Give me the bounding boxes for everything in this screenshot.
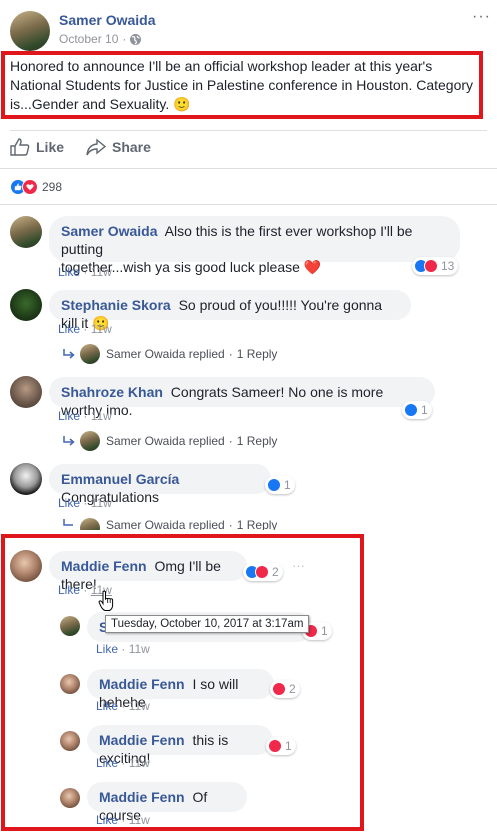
reply-arrow-icon bbox=[62, 435, 76, 447]
comment-meta: Like · 11w bbox=[58, 322, 112, 336]
view-replies-link[interactable]: Samer Owaida replied · 1 Reply bbox=[62, 431, 277, 451]
post-date[interactable]: October 10 bbox=[59, 32, 118, 46]
thumbs-up-icon bbox=[10, 138, 30, 156]
like-button-label: Like bbox=[36, 139, 65, 155]
comment-reaction-count: 1 bbox=[284, 478, 291, 492]
share-arrow-icon bbox=[86, 138, 107, 156]
comment-author[interactable]: Samer Owaida bbox=[61, 223, 158, 239]
post-options-icon[interactable]: ··· bbox=[472, 8, 491, 26]
heart-emoji: ❤️ bbox=[303, 259, 322, 275]
comment-time[interactable]: 11w bbox=[91, 409, 112, 423]
comment-bubble: Shahroze Khan Congrats Sameer! No one is… bbox=[49, 377, 435, 418]
comment-meta: Like · 11w bbox=[58, 496, 112, 510]
commenter-avatar[interactable] bbox=[10, 289, 42, 321]
comment-time[interactable]: 11w bbox=[91, 322, 112, 336]
reply-author-text: Samer Owaida replied bbox=[106, 518, 225, 530]
comment-author[interactable]: Emmanuel García bbox=[61, 471, 179, 487]
reply-count: 1 Reply bbox=[236, 347, 278, 361]
reply-author-text: Samer Owaida replied bbox=[106, 347, 225, 361]
like-reaction-icon bbox=[267, 478, 281, 492]
reply-count: 1 Reply bbox=[236, 434, 278, 448]
globe-icon bbox=[130, 33, 142, 45]
comment-like-link[interactable]: Like bbox=[58, 322, 80, 336]
love-reaction-icon bbox=[22, 179, 38, 195]
reactions-summary[interactable]: 298 bbox=[10, 179, 62, 195]
post-author-name[interactable]: Samer Owaida bbox=[59, 12, 156, 28]
reactions-divider bbox=[0, 204, 497, 205]
reply-author-avatar bbox=[80, 431, 100, 451]
comment-reactions[interactable]: 1 bbox=[402, 401, 432, 419]
comment-like-link[interactable]: Like bbox=[58, 496, 80, 510]
reply-author-avatar bbox=[80, 344, 100, 364]
thread-highlight-box bbox=[1, 534, 364, 831]
meta-dot: · bbox=[228, 434, 233, 448]
post-timestamp-row: October 10 · bbox=[59, 32, 142, 46]
actions-divider bbox=[0, 168, 497, 169]
comment-bubble: Samer Owaida Also this is the first ever… bbox=[49, 216, 460, 275]
comment-reactions[interactable]: 13 bbox=[412, 257, 459, 275]
meta-dot: · bbox=[228, 518, 233, 530]
reactions-count: 298 bbox=[42, 180, 63, 194]
meta-dot: · bbox=[83, 322, 88, 336]
share-button-label: Share bbox=[112, 139, 151, 155]
post-highlight-box bbox=[1, 51, 483, 119]
commenter-avatar[interactable] bbox=[10, 463, 42, 495]
comment-time[interactable]: 11w bbox=[91, 265, 112, 279]
meta-dot: · bbox=[83, 496, 88, 510]
comment-reaction-count: 13 bbox=[441, 259, 455, 273]
reply-author-avatar bbox=[80, 518, 100, 530]
love-reaction-icon bbox=[424, 259, 438, 273]
meta-dot: · bbox=[83, 265, 88, 279]
like-button[interactable]: Like bbox=[10, 138, 64, 156]
like-reaction-icon bbox=[404, 403, 418, 417]
commenter-avatar[interactable] bbox=[10, 376, 42, 408]
share-button[interactable]: Share bbox=[86, 138, 151, 156]
post-divider bbox=[10, 130, 487, 131]
meta-dot: · bbox=[228, 347, 233, 361]
comment-bubble: Stephanie Skora So proud of you!!!!! You… bbox=[49, 290, 411, 331]
comment-like-link[interactable]: Like bbox=[58, 409, 80, 423]
comment-reactions[interactable]: 1 bbox=[265, 476, 295, 494]
comment-bubble: Emmanuel García Congratulations bbox=[49, 464, 271, 505]
comment-meta: Like · 11w bbox=[58, 409, 112, 423]
comment-author[interactable]: Shahroze Khan bbox=[61, 384, 163, 400]
comment-meta: Like · 11w bbox=[58, 265, 112, 279]
view-replies-link[interactable]: Samer Owaida replied · 1 Reply bbox=[62, 344, 277, 364]
reply-count: 1 Reply bbox=[236, 518, 278, 530]
comment-like-link[interactable]: Like bbox=[58, 265, 80, 279]
reply-arrow-icon bbox=[62, 348, 76, 360]
view-replies-link[interactable]: Samer Owaida replied · 1 Reply bbox=[62, 518, 277, 530]
post-date-separator: · bbox=[122, 32, 127, 46]
comment-author[interactable]: Stephanie Skora bbox=[61, 297, 171, 313]
reply-arrow-icon bbox=[62, 518, 76, 530]
comment-time[interactable]: 11w bbox=[91, 496, 112, 510]
post-author-avatar[interactable] bbox=[10, 11, 50, 51]
commenter-avatar[interactable] bbox=[10, 216, 42, 248]
reply-author-text: Samer Owaida replied bbox=[106, 434, 225, 448]
comment-reaction-count: 1 bbox=[421, 403, 428, 417]
meta-dot: · bbox=[83, 409, 88, 423]
